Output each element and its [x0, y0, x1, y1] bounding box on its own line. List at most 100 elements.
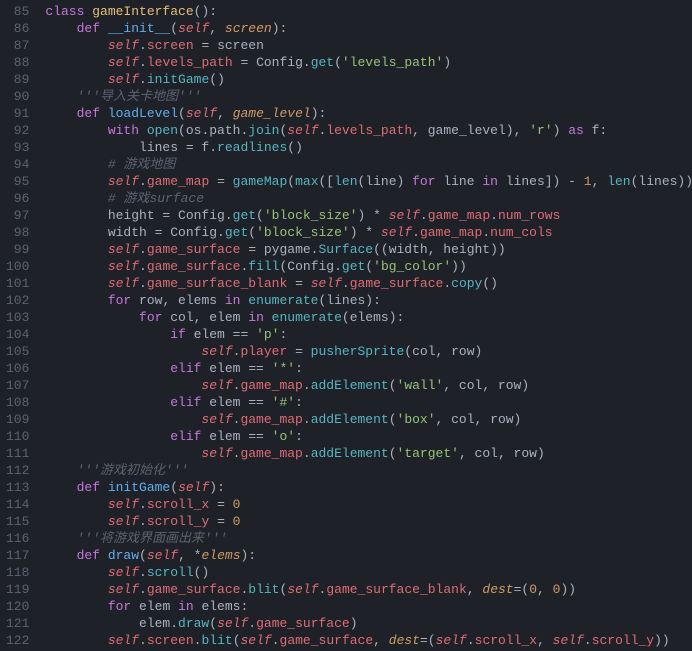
token-op: elem == [201, 429, 271, 444]
token-fn: get [225, 225, 248, 240]
code-line[interactable]: # 游戏地图 [45, 156, 692, 173]
code-line[interactable]: self.initGame() [45, 71, 692, 88]
code-line[interactable]: def __init__(self, screen): [45, 20, 692, 37]
token-num: 1 [584, 174, 592, 189]
token-kw: class [45, 4, 92, 19]
code-line[interactable]: def loadLevel(self, game_level): [45, 105, 692, 122]
code-line[interactable]: self.game_surface.blit(self.game_surface… [45, 581, 692, 598]
code-line[interactable]: self.player = pusherSprite(col, row) [45, 343, 692, 360]
token-self: self [287, 123, 318, 138]
line-number: 120 [6, 598, 29, 615]
token-self: self [45, 55, 139, 70]
line-number: 95 [6, 173, 29, 190]
token-fn: initGame [147, 72, 209, 87]
code-line[interactable]: self.levels_path = Config.get('levels_pa… [45, 54, 692, 71]
code-line[interactable]: '''导入关卡地图''' [45, 88, 692, 105]
code-line[interactable]: class gameInterface(): [45, 3, 692, 20]
token-punc: : [295, 395, 303, 410]
code-line[interactable]: for row, elems in enumerate(lines): [45, 292, 692, 309]
token-prop: game_map [240, 446, 302, 461]
line-number: 104 [6, 326, 29, 343]
token-punc: . [139, 514, 147, 529]
token-punc: ( [170, 480, 178, 495]
token-fn: addElement [311, 412, 389, 427]
token-prop: game_map [420, 225, 482, 240]
code-line[interactable]: elif elem == 'o': [45, 428, 692, 445]
token-punc: , [209, 21, 225, 36]
line-number: 100 [6, 258, 29, 275]
code-line[interactable]: elif elem == '#': [45, 394, 692, 411]
code-line[interactable]: def initGame(self): [45, 479, 692, 496]
code-line[interactable]: self.game_map.addElement('box', col, row… [45, 411, 692, 428]
token-punc: ( [389, 412, 397, 427]
token-punc: () [194, 565, 210, 580]
code-line[interactable]: self.screen.blit(self.game_surface, dest… [45, 632, 692, 649]
code-line[interactable]: if elem == 'p': [45, 326, 692, 343]
code-line[interactable]: self.scroll_x = 0 [45, 496, 692, 513]
token-self: self [45, 259, 139, 274]
token-kw: elif [45, 361, 201, 376]
code-line[interactable]: self.game_surface = pygame.Surface((widt… [45, 241, 692, 258]
token-punc: . [490, 208, 498, 223]
token-punc: (): [194, 4, 217, 19]
line-number: 88 [6, 54, 29, 71]
token-self: self [178, 480, 209, 495]
line-number: 115 [6, 513, 29, 530]
token-op: = [287, 344, 310, 359]
line-number: 118 [6, 564, 29, 581]
token-prop: game_surface [147, 259, 241, 274]
code-line[interactable]: elem.draw(self.game_surface) [45, 615, 692, 632]
code-line[interactable]: self.scroll_y = 0 [45, 513, 692, 530]
code-line[interactable]: '''将游戏界面画出来''' [45, 530, 692, 547]
token-self: self [436, 633, 467, 648]
line-number: 111 [6, 445, 29, 462]
token-punc: () [209, 72, 225, 87]
code-line[interactable]: with open(os.path.join(self.levels_path,… [45, 122, 692, 139]
token-param: dest [389, 633, 420, 648]
code-line[interactable]: '''游戏初始化''' [45, 462, 692, 479]
token-punc: ( [256, 208, 264, 223]
code-line[interactable]: self.screen = screen [45, 37, 692, 54]
code-editor-area[interactable]: class gameInterface(): def __init__(self… [41, 0, 692, 651]
code-line[interactable]: width = Config.get('block_size') * self.… [45, 224, 692, 241]
token-num: 0 [233, 497, 241, 512]
line-number: 105 [6, 343, 29, 360]
token-kw: in [248, 310, 271, 325]
token-punc: . [584, 633, 592, 648]
token-punc: . [467, 633, 475, 648]
code-line[interactable]: self.game_surface.fill(Config.get('bg_co… [45, 258, 692, 275]
token-punc: ( [233, 633, 241, 648]
line-number: 101 [6, 275, 29, 292]
code-line[interactable]: for col, elem in enumerate(elems): [45, 309, 692, 326]
code-line[interactable]: self.game_map.addElement('target', col, … [45, 445, 692, 462]
code-line[interactable]: self.game_surface_blank = self.game_surf… [45, 275, 692, 292]
token-builtin: open [147, 123, 178, 138]
token-self: self [45, 497, 139, 512]
code-line[interactable]: def draw(self, *elems): [45, 547, 692, 564]
token-fn: blit [248, 582, 279, 597]
token-fn: addElement [311, 446, 389, 461]
code-line[interactable]: elif elem == '*': [45, 360, 692, 377]
code-line[interactable]: self.scroll() [45, 564, 692, 581]
token-kw: as [568, 123, 584, 138]
token-op: = [209, 514, 232, 529]
token-punc: . [303, 446, 311, 461]
token-punc: () [482, 276, 498, 291]
token-prop: game_surface [350, 276, 444, 291]
code-line[interactable]: self.game_map = gameMap(max([len(line) f… [45, 173, 692, 190]
token-punc: . [420, 208, 428, 223]
token-str: 'levels_path' [342, 55, 443, 70]
line-number: 89 [6, 71, 29, 88]
line-number: 107 [6, 377, 29, 394]
token-prop: game_map [147, 174, 209, 189]
code-line[interactable]: height = Config.get('block_size') * self… [45, 207, 692, 224]
code-line[interactable]: self.game_map.addElement('wall', col, ro… [45, 377, 692, 394]
token-punc: ( [170, 21, 178, 36]
token-prop: game_surface_blank [147, 276, 287, 291]
code-line[interactable]: lines = f.readlines() [45, 139, 692, 156]
code-line[interactable]: for elem in elems: [45, 598, 692, 615]
token-str: 'target' [397, 446, 459, 461]
token-prop: game_surface [256, 616, 350, 631]
code-line[interactable]: # 游戏surface [45, 190, 692, 207]
token-punc: , game_level), [412, 123, 529, 138]
